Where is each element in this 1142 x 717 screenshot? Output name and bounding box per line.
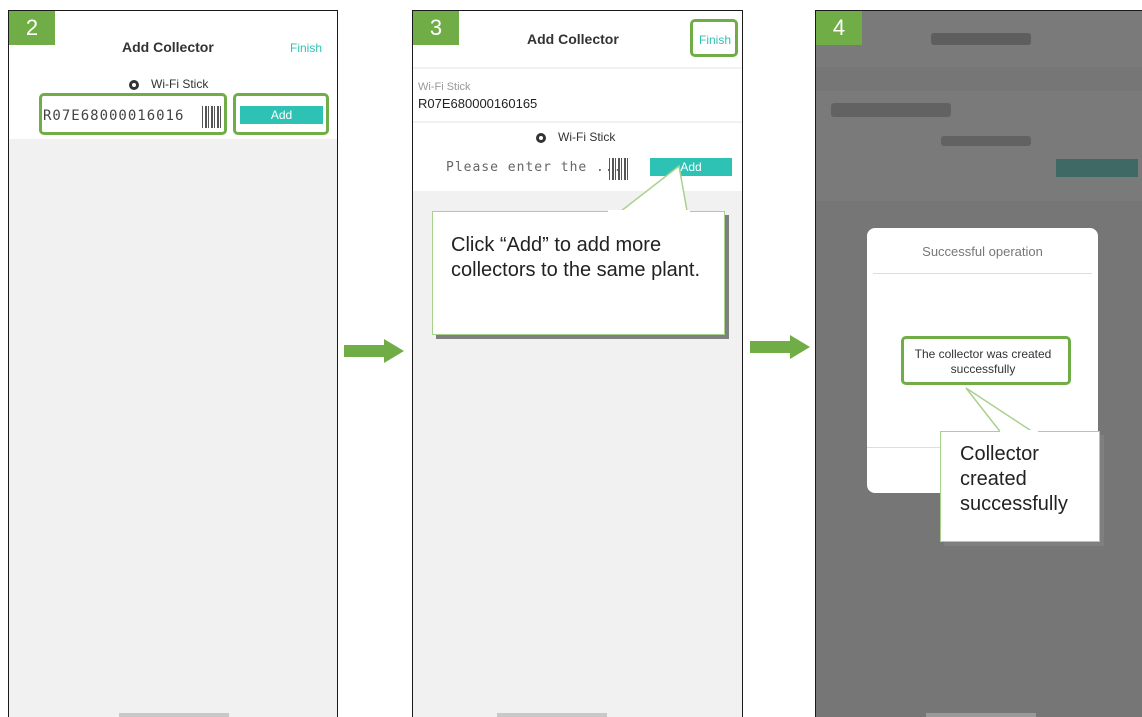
highlight-finish-button — [690, 19, 738, 57]
phone-screen-step-3: 3 Add Collector Finish Wi-Fi Stick R07E6… — [412, 10, 743, 717]
highlight-serial-input — [39, 93, 227, 135]
radio-icon[interactable] — [129, 80, 139, 90]
home-indicator — [497, 713, 607, 717]
home-indicator — [926, 713, 1036, 717]
callout-pointer-cover — [1000, 430, 1038, 434]
highlight-add-button — [233, 93, 329, 135]
radio-icon[interactable] — [536, 133, 546, 143]
callout-pointer-cover — [608, 210, 690, 214]
arrow-right-icon — [344, 339, 404, 363]
existing-collector-type: Wi-Fi Stick — [418, 81, 471, 93]
page-title: Add Collector — [527, 31, 619, 47]
arrow-right-icon — [750, 335, 810, 359]
step-badge: 2 — [9, 11, 55, 45]
dialog-title: Successful operation — [922, 244, 1043, 259]
step-badge: 3 — [413, 11, 459, 45]
existing-collector-serial: R07E680000160165 — [418, 96, 538, 111]
callout-text: Collector created successfully — [960, 443, 1068, 515]
dialog-divider-top — [873, 273, 1092, 274]
phone-screen-step-4: 4 Successful operation The collector was… — [815, 10, 1142, 717]
step-badge: 4 — [816, 11, 862, 45]
finish-button[interactable]: Finish — [290, 41, 322, 55]
callout-text: Click “Add” to add more collectors to th… — [451, 234, 701, 281]
home-indicator — [119, 713, 229, 717]
collector-type-label: Wi-Fi Stick — [151, 77, 209, 91]
highlight-dialog-message — [901, 336, 1071, 385]
phone-screen-step-2: 2 Add Collector Finish Wi-Fi Stick R07E6… — [8, 10, 338, 717]
existing-collector-card — [413, 69, 742, 121]
collector-type-label: Wi-Fi Stick — [558, 130, 616, 144]
page-title: Add Collector — [122, 39, 214, 55]
